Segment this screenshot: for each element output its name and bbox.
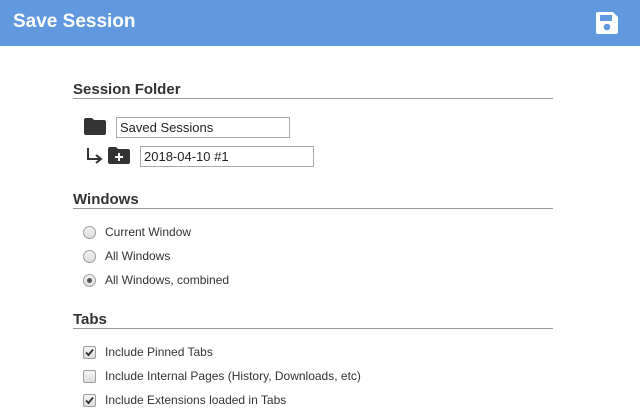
folder-name-input[interactable] xyxy=(116,117,290,138)
section-divider xyxy=(73,208,553,209)
checkbox[interactable] xyxy=(83,394,96,407)
radio-button[interactable] xyxy=(83,250,96,263)
save-button[interactable] xyxy=(594,10,620,36)
page-title: Save Session xyxy=(13,11,136,32)
radio-label: All Windows, combined xyxy=(105,273,230,287)
radio-button[interactable] xyxy=(83,274,96,287)
checkbox[interactable] xyxy=(83,370,96,383)
app-header: Save Session xyxy=(0,0,640,46)
section-title-tabs: Tabs xyxy=(73,311,107,328)
checkbox-label: Include Extensions loaded in Tabs xyxy=(105,393,287,407)
session-name-input[interactable] xyxy=(140,146,314,167)
checkmark-icon xyxy=(85,396,94,405)
radio-label: All Windows xyxy=(105,249,171,263)
radio-button[interactable] xyxy=(83,226,96,239)
arrow-turn-down-right-icon xyxy=(86,147,103,164)
floppy-disk-icon xyxy=(596,12,618,34)
checkmark-icon xyxy=(85,348,94,357)
section-divider xyxy=(73,98,553,99)
checkbox[interactable] xyxy=(83,346,96,359)
section-title-session-folder: Session Folder xyxy=(73,81,181,98)
folder-plus-icon xyxy=(108,147,130,164)
section-title-windows: Windows xyxy=(73,191,139,208)
radio-label: Current Window xyxy=(105,225,192,239)
checkbox-label: Include Pinned Tabs xyxy=(105,345,213,359)
checkbox-label: Include Internal Pages (History, Downloa… xyxy=(105,369,361,383)
section-divider xyxy=(73,328,553,329)
folder-icon xyxy=(84,118,106,135)
